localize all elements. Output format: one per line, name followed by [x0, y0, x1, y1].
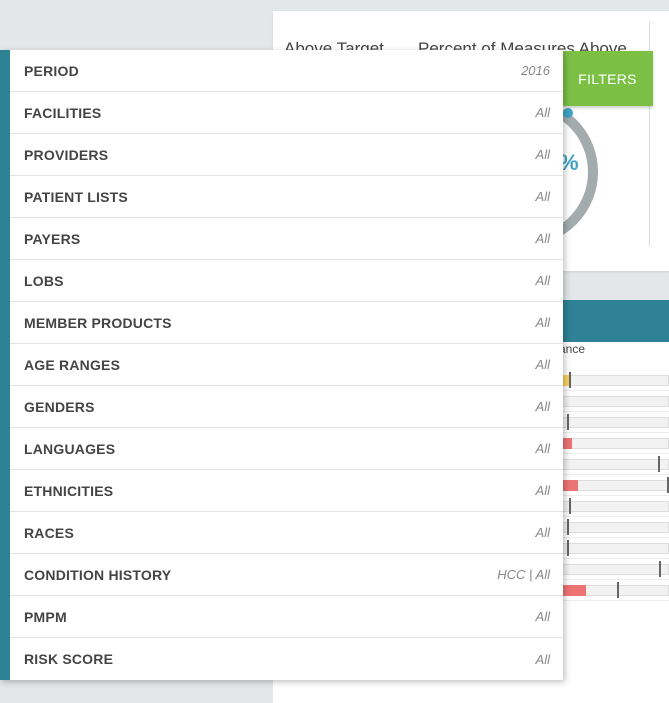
filter-item-member-products[interactable]: MEMBER PRODUCTS All	[10, 302, 563, 344]
target-tick	[617, 582, 619, 598]
filter-item-value: 2016	[521, 63, 550, 78]
filter-item-value: All	[535, 609, 550, 624]
filter-item-genders[interactable]: GENDERS All	[10, 386, 563, 428]
target-tick	[569, 372, 571, 388]
target-tick	[567, 519, 569, 535]
filter-item-value: All	[535, 399, 550, 414]
filter-item-label: CONDITION HISTORY	[24, 566, 172, 583]
filter-item-languages[interactable]: LANGUAGES All	[10, 428, 563, 470]
filter-item-value: All	[535, 231, 550, 246]
filter-item-risk-score[interactable]: RISK SCORE All	[10, 638, 563, 680]
filter-item-value: HCC | All	[497, 567, 550, 582]
filter-item-label: PROVIDERS	[24, 146, 109, 163]
filter-item-value: All	[535, 147, 550, 162]
filter-item-lobs[interactable]: LOBS All	[10, 260, 563, 302]
filter-item-label: PERIOD	[24, 62, 79, 79]
filter-item-label: PAYERS	[24, 230, 81, 247]
target-tick	[567, 540, 569, 556]
filter-item-patient-lists[interactable]: PATIENT LISTS All	[10, 176, 563, 218]
filter-item-value: All	[535, 189, 550, 204]
filter-item-condition-history[interactable]: CONDITION HISTORY HCC | All	[10, 554, 563, 596]
target-tick	[567, 414, 569, 430]
filter-item-label: PATIENT LISTS	[24, 188, 128, 205]
filter-item-value: All	[535, 483, 550, 498]
filter-item-value: All	[535, 273, 550, 288]
filter-item-label: ETHNICITIES	[24, 482, 114, 499]
filter-list: PERIOD 2016 FACILITIES All PROVIDERS All PATIE…	[10, 50, 563, 680]
filter-item-age-ranges[interactable]: AGE RANGES All	[10, 344, 563, 386]
target-tick	[569, 498, 571, 514]
filter-item-label: MEMBER PRODUCTS	[24, 314, 172, 331]
target-tick	[658, 456, 660, 472]
filter-item-value: All	[535, 357, 550, 372]
filter-panel: PERIOD 2016 FACILITIES All PROVIDERS All PATIE…	[0, 50, 563, 680]
filter-item-label: GENDERS	[24, 398, 95, 415]
filter-item-races[interactable]: RACES All	[10, 512, 563, 554]
filter-item-value: All	[535, 441, 550, 456]
filter-item-label: PMPM	[24, 608, 67, 625]
filter-item-value: All	[535, 651, 550, 667]
filter-item-label: AGE RANGES	[24, 356, 121, 373]
donut-marker	[563, 108, 573, 118]
filter-item-pmpm[interactable]: PMPM All	[10, 596, 563, 638]
target-tick	[659, 561, 661, 577]
filter-item-label: LANGUAGES	[24, 440, 116, 457]
filter-item-facilities[interactable]: FACILITIES All	[10, 92, 563, 134]
panel-accent-bar	[0, 50, 10, 680]
filter-item-label: LOBS	[24, 272, 64, 289]
filter-item-label: RISK SCORE	[24, 651, 114, 667]
filter-item-providers[interactable]: PROVIDERS All	[10, 134, 563, 176]
filter-item-label: FACILITIES	[24, 104, 102, 121]
filter-item-ethnicities[interactable]: ETHNICITIES All	[10, 470, 563, 512]
filter-item-value: All	[535, 105, 550, 120]
filter-item-period[interactable]: PERIOD 2016	[10, 50, 563, 92]
filter-item-label: RACES	[24, 524, 75, 541]
filters-button[interactable]: FILTERS	[562, 51, 653, 106]
filter-item-value: All	[535, 315, 550, 330]
filter-item-value: All	[535, 525, 550, 540]
filter-item-payers[interactable]: PAYERS All	[10, 218, 563, 260]
